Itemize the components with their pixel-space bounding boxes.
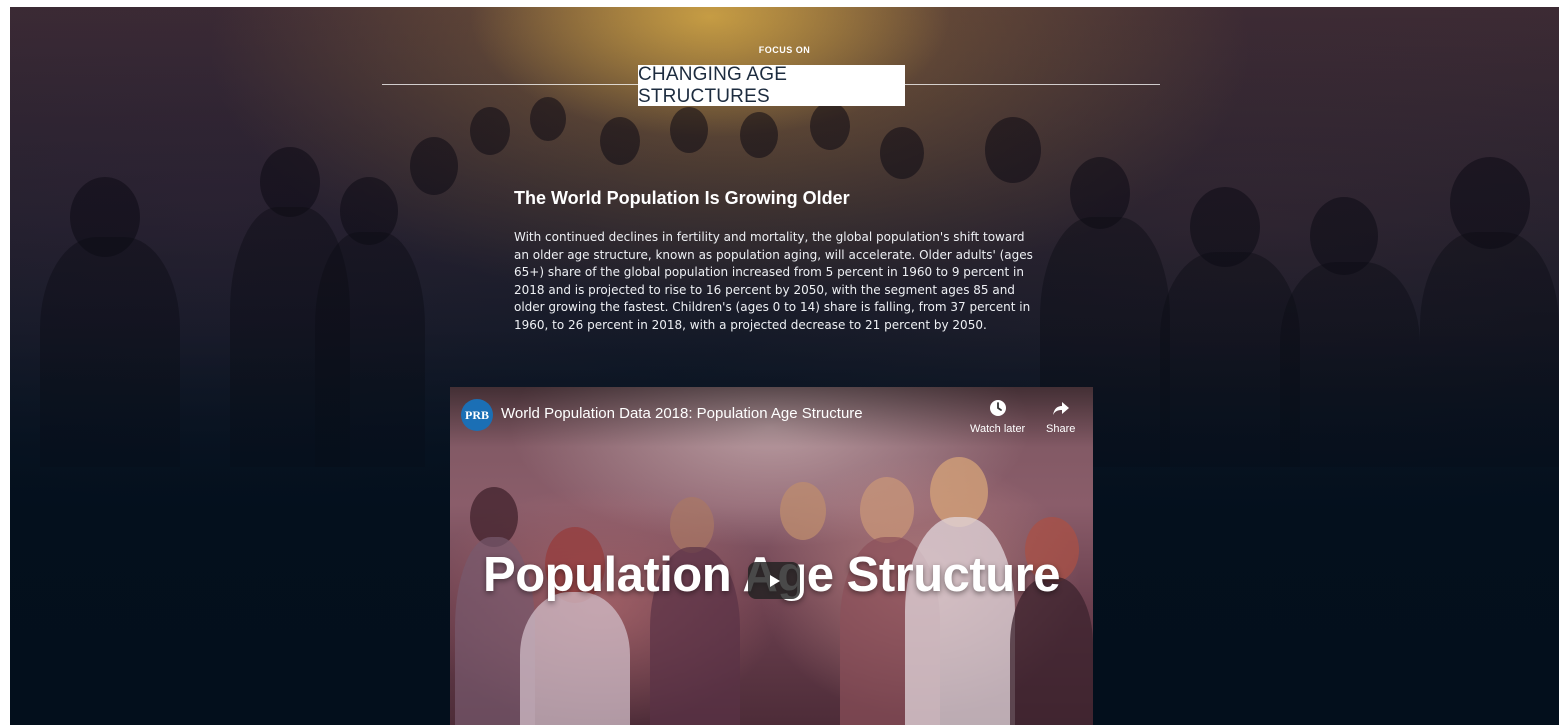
watch-later-button[interactable]: Watch later — [970, 399, 1025, 435]
play-button[interactable] — [748, 562, 800, 599]
section-title: CHANGING AGE STRUCTURES — [638, 64, 905, 107]
share-button[interactable]: Share — [1046, 399, 1075, 435]
article-heading: The World Population Is Growing Older — [514, 188, 850, 208]
play-icon — [770, 574, 780, 587]
focus-on-label: FOCUS ON — [758, 45, 811, 55]
video-title-link[interactable]: World Population Data 2018: Population A… — [501, 405, 863, 422]
hero-section: FOCUS ON CHANGING AGE STRUCTURES The Wor… — [10, 7, 1559, 725]
channel-logo[interactable]: PRB — [461, 399, 493, 431]
watch-later-label: Watch later — [970, 423, 1026, 435]
clock-icon — [989, 400, 1006, 416]
share-label: Share — [1046, 423, 1076, 435]
article-paragraph: With continued declines in fertility and… — [514, 230, 1033, 332]
embedded-video-player[interactable]: PRB World Population Data 2018: Populati… — [450, 387, 1093, 725]
share-arrow-icon — [1052, 402, 1069, 415]
